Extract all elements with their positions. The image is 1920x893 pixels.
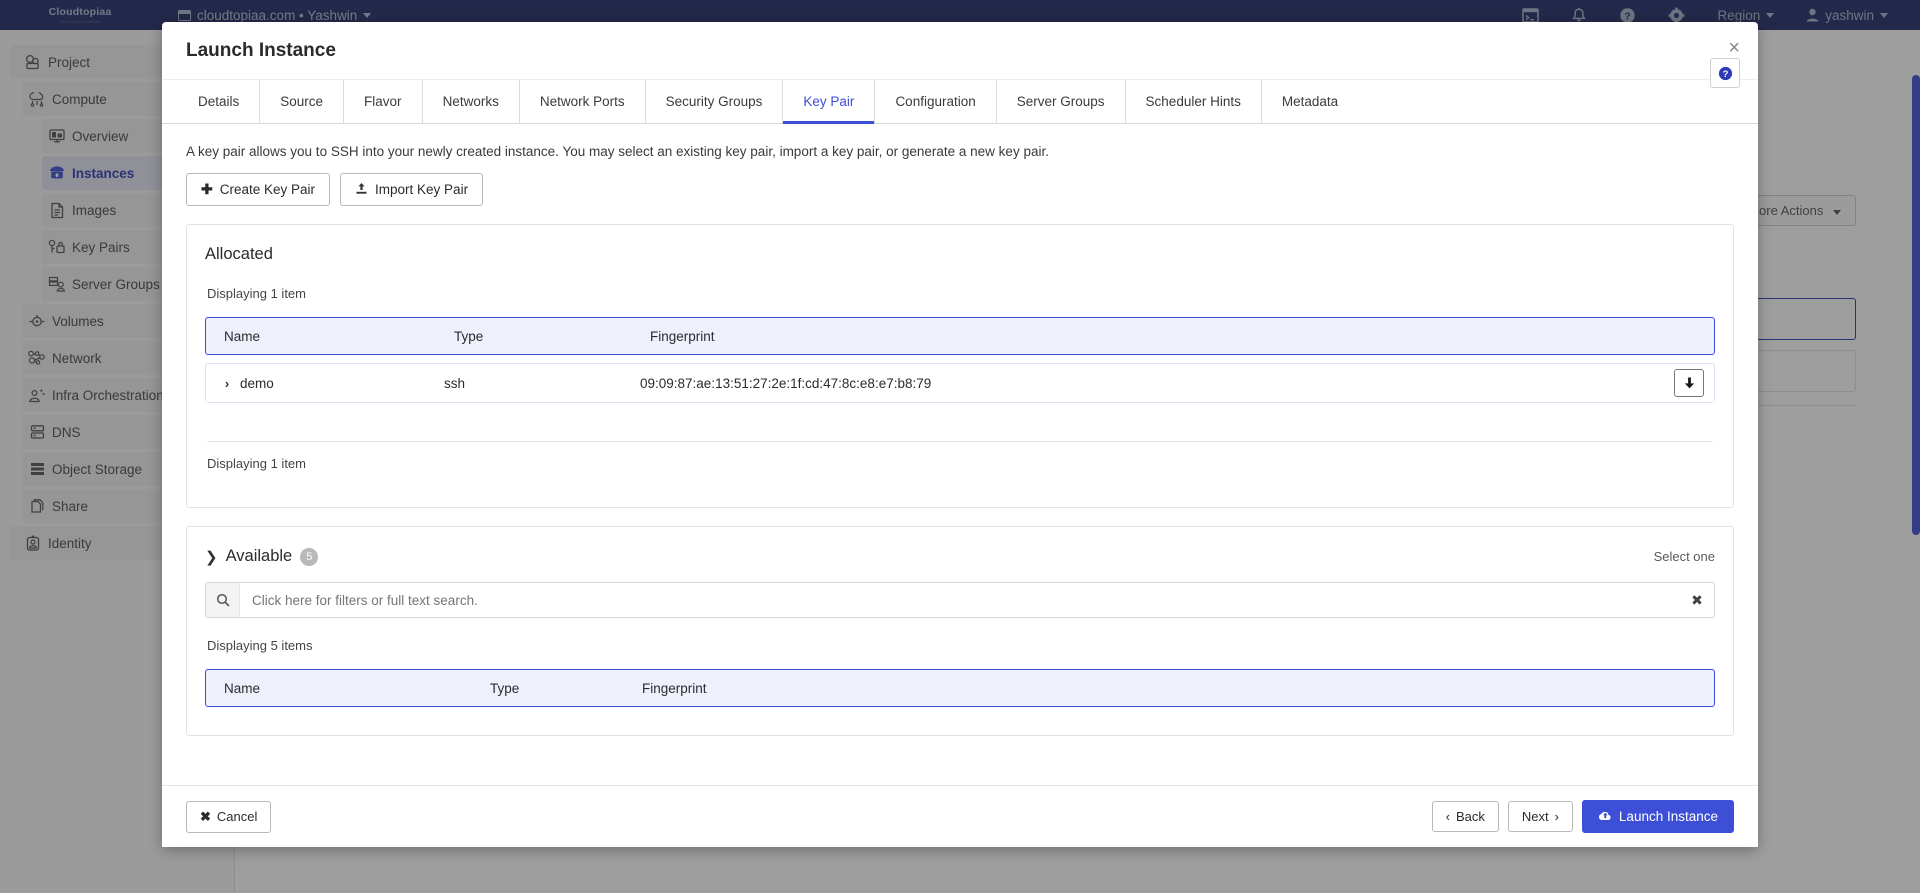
- tab-server-groups[interactable]: Server Groups: [996, 80, 1125, 123]
- cancel-label: Cancel: [217, 809, 257, 824]
- launch-instance-button[interactable]: Launch Instance: [1582, 800, 1734, 833]
- create-key-pair-button[interactable]: ✚ Create Key Pair: [186, 173, 330, 206]
- close-icon[interactable]: ×: [1728, 38, 1740, 58]
- modal-header: Launch Instance ×: [162, 22, 1758, 80]
- deallocate-button[interactable]: [1674, 369, 1704, 397]
- back-label: Back: [1456, 809, 1485, 824]
- cancel-button[interactable]: ✖ Cancel: [186, 801, 271, 833]
- cell-type: ssh: [444, 376, 640, 391]
- tab-details[interactable]: Details: [178, 80, 259, 123]
- tab-security-groups[interactable]: Security Groups: [645, 80, 783, 123]
- import-key-pair-button[interactable]: Import Key Pair: [340, 173, 483, 206]
- available-displaying: Displaying 5 items: [207, 638, 1713, 653]
- expand-row-icon[interactable]: ›: [214, 376, 240, 391]
- import-key-pair-label: Import Key Pair: [375, 182, 468, 197]
- modal-body: A key pair allows you to SSH into your n…: [162, 124, 1758, 785]
- tab-network-ports[interactable]: Network Ports: [519, 80, 645, 123]
- column-header-type: Type: [490, 681, 642, 696]
- column-header-type: Type: [454, 329, 650, 344]
- available-count-badge: 5: [300, 548, 318, 566]
- column-header-name: Name: [224, 681, 490, 696]
- next-label: Next: [1522, 809, 1549, 824]
- search-input[interactable]: [240, 583, 1680, 617]
- allocated-panel: Allocated Displaying 1 item Name Type Fi…: [186, 224, 1734, 508]
- tab-networks[interactable]: Networks: [422, 80, 519, 123]
- tab-configuration[interactable]: Configuration: [874, 80, 995, 123]
- available-header: ❯ Available 5 Select one: [205, 547, 1715, 566]
- tab-flavor[interactable]: Flavor: [343, 80, 422, 123]
- table-divider: [207, 441, 1713, 442]
- tab-key-pair[interactable]: Key Pair: [782, 80, 874, 123]
- launch-instance-modal: Launch Instance × Details Source Flavor …: [162, 22, 1758, 847]
- tab-scheduler-hints[interactable]: Scheduler Hints: [1125, 80, 1261, 123]
- down-arrow-icon: [1683, 376, 1696, 390]
- help-circle-icon: ?: [1718, 66, 1733, 81]
- chevron-down-icon[interactable]: ❯: [205, 548, 218, 566]
- chevron-right-icon: ›: [1555, 809, 1559, 824]
- available-title: Available: [226, 547, 293, 566]
- allocated-table-header: Name Type Fingerprint: [205, 317, 1715, 355]
- create-key-pair-label: Create Key Pair: [220, 182, 315, 197]
- allocated-title: Allocated: [205, 245, 1715, 264]
- search-bar[interactable]: ✖: [205, 582, 1715, 618]
- tab-source[interactable]: Source: [259, 80, 343, 123]
- available-panel: ❯ Available 5 Select one ✖ Displaying 5 …: [186, 526, 1734, 736]
- cell-fingerprint: 09:09:87:ae:13:51:27:2e:1f:cd:47:8c:e8:e…: [640, 376, 1714, 391]
- launch-instance-label: Launch Instance: [1619, 809, 1718, 824]
- column-header-fingerprint: Fingerprint: [650, 329, 1714, 344]
- available-table-header: Name Type Fingerprint: [205, 669, 1715, 707]
- available-title-group[interactable]: ❯ Available 5: [205, 547, 318, 566]
- table-row[interactable]: › demo ssh 09:09:87:ae:13:51:27:2e:1f:cd…: [205, 363, 1715, 403]
- clear-search-icon[interactable]: ✖: [1680, 583, 1714, 617]
- tab-metadata[interactable]: Metadata: [1261, 80, 1358, 123]
- column-header-name: Name: [224, 329, 454, 344]
- column-header-fingerprint: Fingerprint: [642, 681, 1714, 696]
- help-button[interactable]: ?: [1710, 58, 1740, 88]
- page-title: Launch Instance: [186, 40, 336, 62]
- svg-text:?: ?: [1722, 69, 1728, 80]
- upload-icon: [355, 182, 368, 198]
- allocated-displaying-bottom: Displaying 1 item: [207, 456, 1713, 471]
- cell-name: demo: [240, 376, 444, 391]
- next-button[interactable]: Next ›: [1508, 801, 1573, 832]
- modal-footer: ✖ Cancel ‹ Back Next › Launch Instance: [162, 785, 1758, 847]
- key-pair-description: A key pair allows you to SSH into your n…: [186, 144, 1734, 159]
- key-pair-actions: ✚ Create Key Pair Import Key Pair: [186, 173, 1734, 206]
- plus-icon: ✚: [201, 181, 213, 198]
- close-icon: ✖: [200, 809, 211, 825]
- chevron-left-icon: ‹: [1446, 809, 1450, 824]
- cloud-upload-icon: [1598, 809, 1613, 824]
- search-icon: [206, 583, 240, 617]
- wizard-tabs: Details Source Flavor Networks Network P…: [162, 80, 1758, 124]
- allocated-displaying-top: Displaying 1 item: [207, 286, 1713, 301]
- back-button[interactable]: ‹ Back: [1432, 801, 1499, 832]
- footer-right-group: ‹ Back Next › Launch Instance: [1432, 800, 1734, 833]
- select-one-hint: Select one: [1654, 549, 1715, 564]
